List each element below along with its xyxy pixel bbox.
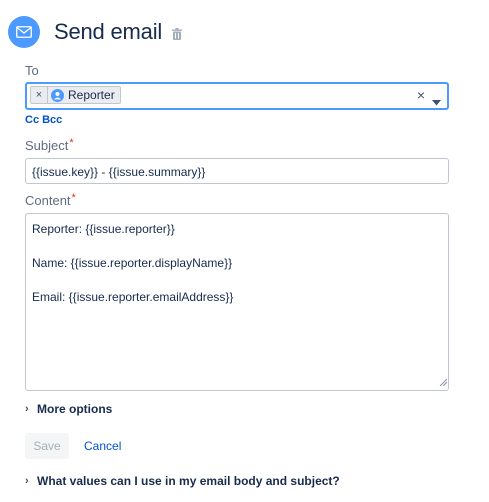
more-options-toggle[interactable]: › More options [25, 402, 112, 416]
cancel-button[interactable]: Cancel [80, 433, 125, 459]
content-line: Name: {{issue.reporter.displayName}} [32, 256, 233, 270]
content-line: Email: {{issue.reporter.emailAddress}} [32, 290, 234, 304]
clear-icon[interactable]: × [417, 87, 425, 103]
user-avatar-icon [51, 88, 64, 102]
chevron-right-icon: › [25, 403, 29, 415]
remove-chip-icon[interactable]: × [31, 87, 48, 103]
cc-bcc-link[interactable]: Cc Bcc [25, 114, 62, 126]
content-label: Content* [25, 192, 76, 208]
page-title: Send email [54, 19, 163, 44]
email-values-help-label: What values can I use in my email body a… [37, 474, 340, 488]
content-line [32, 238, 442, 255]
trash-icon[interactable] [172, 28, 183, 40]
content-line [32, 272, 442, 289]
content-line: Reporter: {{issue.reporter}} [32, 222, 175, 236]
more-options-label: More options [37, 402, 113, 416]
subject-label: Subject* [25, 137, 74, 153]
to-recipient-select[interactable]: × Reporter × [25, 82, 449, 110]
to-label: To [25, 63, 39, 78]
required-marker: * [71, 192, 76, 204]
subject-input[interactable]: {{issue.key}} - {{issue.summary}} [25, 158, 449, 184]
page-header: Send email [8, 16, 183, 48]
subject-label-text: Subject [25, 138, 69, 153]
content-label-text: Content [25, 193, 71, 208]
email-icon [8, 16, 40, 48]
save-button[interactable]: Save [25, 433, 69, 459]
recipient-chip-reporter: × Reporter [30, 86, 121, 104]
content-textarea[interactable]: Reporter: {{issue.reporter}} Name: {{iss… [25, 213, 449, 391]
recipient-chip-label: Reporter [68, 88, 115, 102]
chevron-right-icon: › [25, 475, 29, 487]
required-marker: * [69, 137, 74, 149]
email-values-help-toggle[interactable]: › What values can I use in my email body… [25, 474, 340, 488]
chevron-down-icon[interactable] [432, 93, 441, 111]
resize-handle-icon[interactable] [439, 375, 448, 389]
